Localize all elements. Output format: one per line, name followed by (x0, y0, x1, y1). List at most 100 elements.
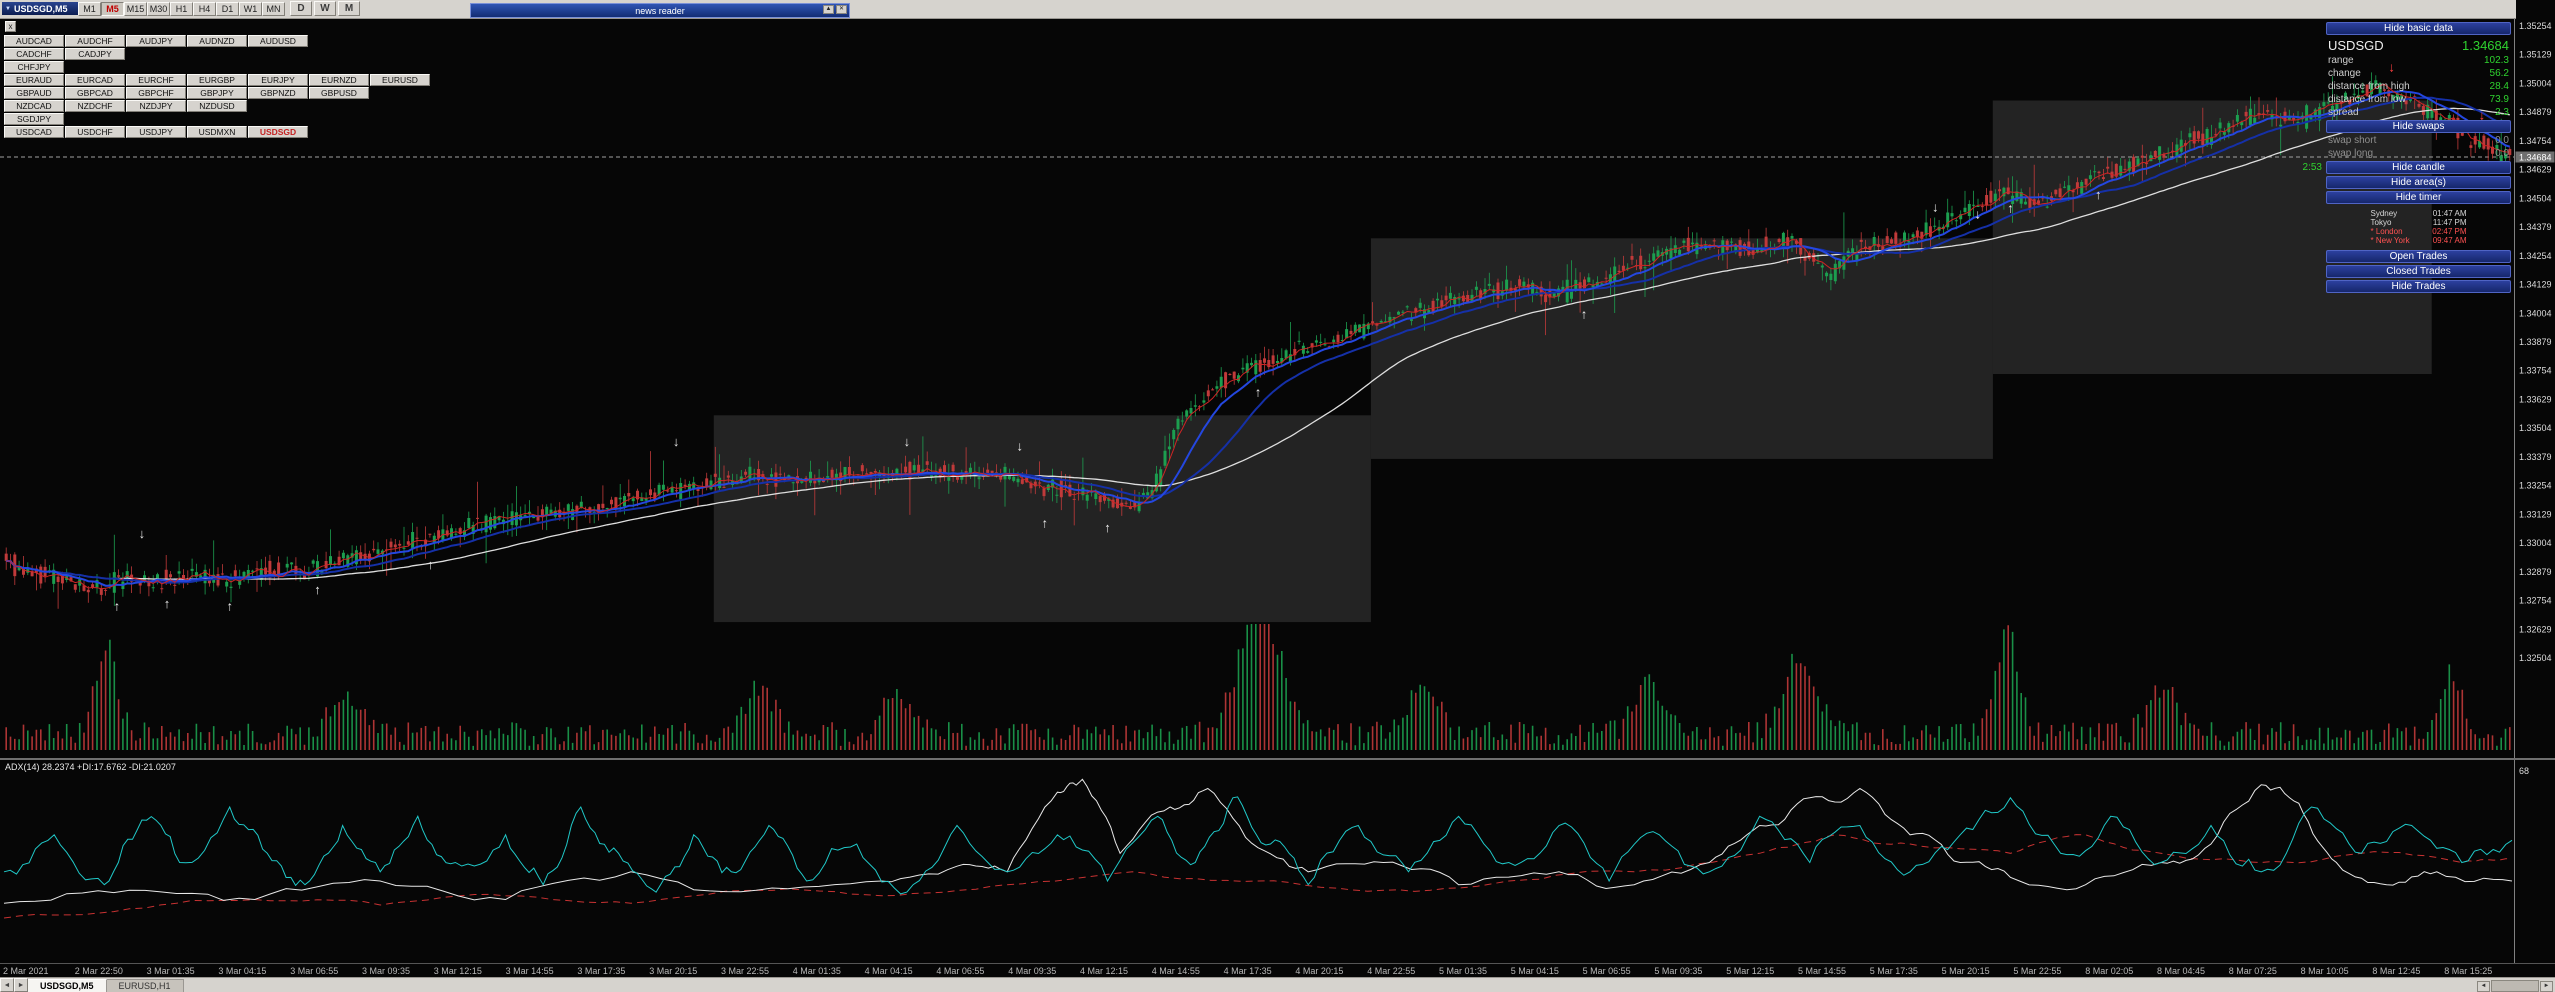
time-axis-label: 5 Mar 06:55 (1582, 966, 1631, 976)
timeframe-D1[interactable]: D1 (216, 2, 239, 16)
price-axis-label: 1.33379 (2519, 452, 2552, 462)
symbol-EURUSD[interactable]: EURUSD (370, 74, 430, 86)
time-axis-label: 5 Mar 22:55 (2013, 966, 2062, 976)
timeframe-M15[interactable]: M15 (124, 2, 147, 16)
time-axis-label: 4 Mar 01:35 (792, 966, 841, 976)
tab-scroll-right-button[interactable]: ► (14, 978, 28, 992)
symbol-GBPJPY[interactable]: GBPJPY (187, 87, 247, 99)
clock-row-new-york: * New York 09:47 AM (2370, 236, 2467, 245)
news-collapse-button[interactable]: ▲ (823, 5, 834, 14)
timeframe-M5[interactable]: M5 (101, 2, 124, 16)
price-axis-label: 1.32504 (2519, 653, 2552, 663)
symbol-GBPCHF[interactable]: GBPCHF (126, 87, 186, 99)
hide-timer-button[interactable]: Hide timer (2326, 191, 2511, 204)
timeframe-M1[interactable]: M1 (78, 2, 101, 16)
chart-tab-USDSGD-M5[interactable]: USDSGD,M5 (28, 979, 107, 992)
symbol-USDSGD[interactable]: USDSGD (248, 126, 308, 138)
down-arrow-marker: ↓ (1016, 439, 1023, 454)
symbol-USDJPY[interactable]: USDJPY (126, 126, 186, 138)
time-axis-label: 8 Mar 04:45 (2157, 966, 2206, 976)
time-axis-label: 8 Mar 15:25 (2444, 966, 2493, 976)
symbol-AUDUSD[interactable]: AUDUSD (248, 35, 308, 47)
adx-chart[interactable]: 68 (0, 760, 2555, 963)
symbol-GBPCAD[interactable]: GBPCAD (65, 87, 125, 99)
price-axis-label: 1.32629 (2519, 624, 2552, 634)
symbol-NZDJPY[interactable]: NZDJPY (126, 100, 186, 112)
symbol-GBPUSD[interactable]: GBPUSD (309, 87, 369, 99)
mt4-window: ▼ USDSGD,M5 M1 M5 M15 M30 H1 H4 D1 W1 MN DWM new… (0, 0, 2555, 992)
symbol-row: GBPAUD GBPCAD GBPCHF GBPJPY GBPNZD GBPUSD (4, 87, 430, 99)
symbol-EURAUD[interactable]: EURAUD (4, 74, 64, 86)
hscroll-thumb[interactable] (2491, 980, 2539, 992)
symbol-USDMXN[interactable]: USDMXN (187, 126, 247, 138)
open-trades-button[interactable]: Open Trades (2326, 250, 2511, 263)
panel-stat-distance-from-low: distance from low 73.9 (2328, 94, 2509, 105)
hide-areas-button[interactable]: Hide area(s) (2326, 176, 2511, 189)
time-axis-label: 3 Mar 09:35 (362, 966, 411, 976)
timeframe-M30[interactable]: M30 (147, 2, 170, 16)
time-axis-label: 8 Mar 02:05 (2085, 966, 2134, 976)
price-axis-label: 1.35129 (2519, 50, 2552, 60)
symbol-SGDJPY[interactable]: SGDJPY (4, 113, 64, 125)
symbol-NZDUSD[interactable]: NZDUSD (187, 100, 247, 112)
symbol-EURCHF[interactable]: EURCHF (126, 74, 186, 86)
chart-tab-EURUSD-H1[interactable]: EURUSD,H1 (106, 979, 184, 992)
chart-window-title[interactable]: ▼ USDSGD,M5 (2, 2, 78, 15)
symbol-row: CHFJPY (4, 61, 430, 73)
hide-swaps-button[interactable]: Hide swaps (2326, 120, 2511, 133)
symbol-GBPNZD[interactable]: GBPNZD (248, 87, 308, 99)
time-axis-label: 8 Mar 07:25 (2228, 966, 2277, 976)
session-box (1370, 238, 1993, 459)
up-arrow-marker: ↑ (314, 582, 321, 597)
hscroll-left-button[interactable]: ◄ (2477, 980, 2490, 992)
timeframe-H1[interactable]: H1 (170, 2, 193, 16)
down-arrow-marker: ↓ (673, 434, 680, 449)
period-W[interactable]: W (314, 1, 336, 16)
symbol-NZDCHF[interactable]: NZDCHF (65, 100, 125, 112)
clock-row-sydney: Sydney 01:47 AM (2370, 209, 2467, 218)
close-symbols-button[interactable]: x (5, 21, 16, 32)
panel-symbol-price: 1.34684 (2462, 38, 2509, 53)
timeframe-MN[interactable]: MN (262, 2, 285, 16)
news-reader-titlebar[interactable]: news reader ▲ ✕ (470, 3, 850, 18)
panel-swap-short: swap short 0.0 (2328, 135, 2509, 146)
symbol-USDCHF[interactable]: USDCHF (65, 126, 125, 138)
hide-trades-button[interactable]: Hide Trades (2326, 280, 2511, 293)
symbol-AUDJPY[interactable]: AUDJPY (126, 35, 186, 47)
timeframe-W1[interactable]: W1 (239, 2, 262, 16)
hide-basic-data-button[interactable]: Hide basic data (2326, 22, 2511, 35)
hide-candle-button[interactable]: Hide candle (2326, 161, 2511, 174)
symbol-CADJPY[interactable]: CADJPY (65, 48, 125, 60)
symbol-USDCAD[interactable]: USDCAD (4, 126, 64, 138)
symbol-AUDCAD[interactable]: AUDCAD (4, 35, 64, 47)
up-arrow-marker: ↑ (2007, 201, 2014, 216)
up-arrow-marker: ↑ (1042, 516, 1049, 531)
tab-scroll-left-button[interactable]: ◄ (0, 978, 14, 992)
symbol-row: CADCHF CADJPY (4, 48, 430, 60)
symbol-buttons-grid: AUDCAD AUDCHF AUDJPY AUDNZD AUDUSD CADCHF CADJ… (4, 35, 430, 138)
symbol-AUDCHF[interactable]: AUDCHF (65, 35, 125, 47)
close-icon: ✕ (838, 6, 845, 12)
price-axis-label: 1.33754 (2519, 366, 2552, 376)
period-D[interactable]: D (290, 1, 312, 16)
period-M[interactable]: M (338, 1, 360, 16)
symbol-EURJPY[interactable]: EURJPY (248, 74, 308, 86)
symbol-CADCHF[interactable]: CADCHF (4, 48, 64, 60)
symbol-AUDNZD[interactable]: AUDNZD (187, 35, 247, 47)
closed-trades-button[interactable]: Closed Trades (2326, 265, 2511, 278)
panel-symbol-row: USDSGD 1.34684 (2328, 38, 2509, 53)
news-close-button[interactable]: ✕ (836, 5, 847, 14)
up-arrow-marker: ↑ (226, 598, 233, 613)
symbol-NZDCAD[interactable]: NZDCAD (4, 100, 64, 112)
time-axis-label: 8 Mar 10:05 (2300, 966, 2349, 976)
time-axis[interactable]: 2 Mar 2021 2 Mar 22:50 3 Mar 01:35 3 Mar 04… (0, 963, 2555, 977)
symbol-GBPAUD[interactable]: GBPAUD (4, 87, 64, 99)
symbol-CHFJPY[interactable]: CHFJPY (4, 61, 64, 73)
hscroll-right-button[interactable]: ► (2540, 980, 2553, 992)
timeframe-H4[interactable]: H4 (193, 2, 216, 16)
panel-stat-range: range 102.3 (2328, 55, 2509, 66)
symbol-EURGBP[interactable]: EURGBP (187, 74, 247, 86)
time-axis-label: 3 Mar 04:15 (218, 966, 267, 976)
symbol-EURNZD[interactable]: EURNZD (309, 74, 369, 86)
symbol-EURCAD[interactable]: EURCAD (65, 74, 125, 86)
